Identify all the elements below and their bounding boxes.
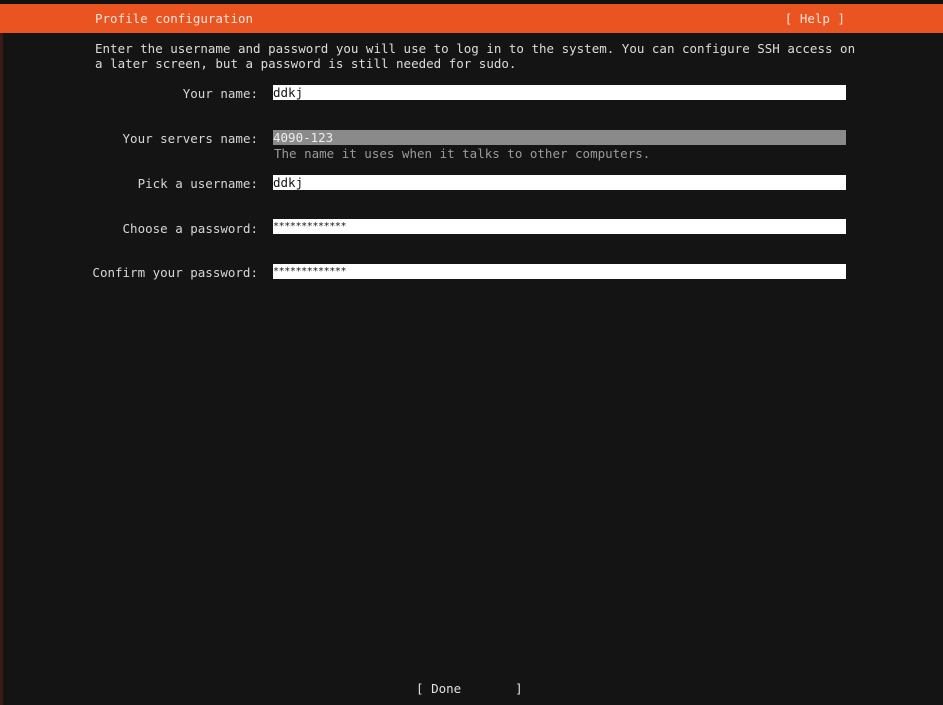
done-button[interactable]: [ Done] xyxy=(416,681,523,696)
username-label: Pick a username: xyxy=(137,176,258,191)
done-close-bracket: ] xyxy=(515,681,523,696)
left-edge xyxy=(0,33,3,705)
page-title: Profile configuration xyxy=(95,11,254,26)
password-input[interactable]: ************* xyxy=(273,219,846,234)
intro-line-2: a later screen, but a password is still … xyxy=(95,56,517,71)
confirm-password-label: Confirm your password: xyxy=(92,265,258,280)
servers-name-help: The name it uses when it talks to other … xyxy=(274,146,651,161)
intro-line-1: Enter the username and password you will… xyxy=(95,41,856,56)
done-label: Done xyxy=(431,681,462,696)
your-name-label: Your name: xyxy=(182,86,258,101)
intro-text: Enter the username and password you will… xyxy=(95,41,855,71)
confirm-password-input[interactable]: ************* xyxy=(273,264,846,279)
your-name-input[interactable]: ddkj xyxy=(273,85,846,100)
password-label: Choose a password: xyxy=(122,221,258,236)
done-open-bracket: [ xyxy=(416,681,432,696)
help-button[interactable]: [ Help ] xyxy=(785,11,845,26)
servers-name-label: Your servers name: xyxy=(122,131,258,146)
servers-name-input[interactable]: 4090-123 xyxy=(273,130,846,145)
header-bar: Profile configuration [ Help ] xyxy=(0,4,943,33)
username-input[interactable]: ddkj xyxy=(273,175,846,190)
